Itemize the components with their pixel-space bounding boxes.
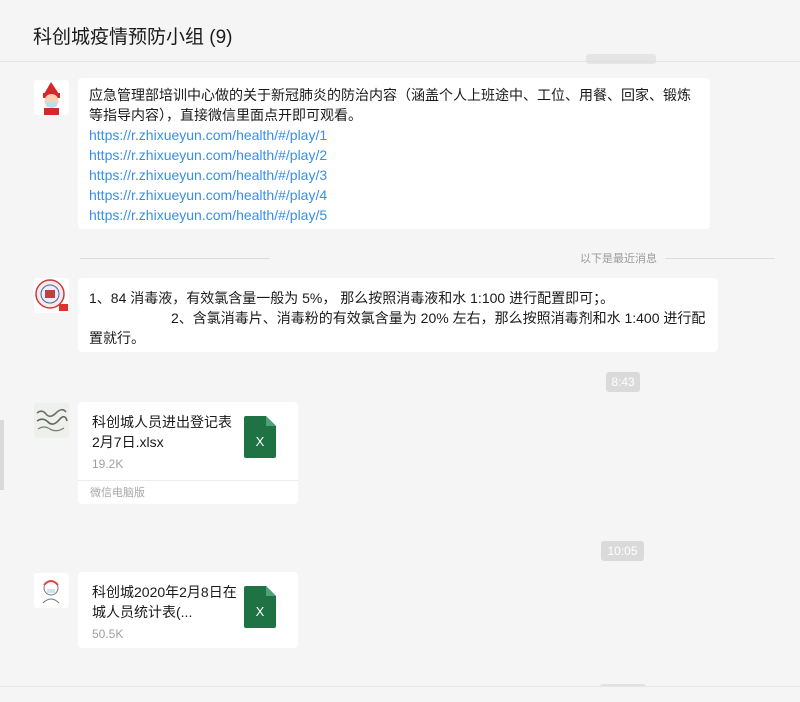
file-message[interactable]: 科创城2020年2月8日在城人员统计表(... 50.5K X: [78, 572, 298, 648]
file-message[interactable]: 科创城人员进出登记表2月7日.xlsx 19.2K X 微信电脑版: [78, 402, 298, 504]
avatar-badge-icon: [34, 278, 69, 313]
message-link[interactable]: https://r.zhixueyun.com/health/#/play/4: [89, 185, 699, 205]
divider-label: 以下是最近消息: [580, 253, 657, 265]
file-name: 科创城人员进出登记表2月7日.xlsx: [92, 414, 232, 450]
time-chip: 10:05: [601, 541, 644, 561]
time-chip: 8:43: [606, 372, 640, 392]
message-link[interactable]: https://r.zhixueyun.com/health/#/play/1: [89, 125, 699, 145]
avatar-cartoon-icon: [34, 80, 69, 115]
message-list[interactable]: 应急管理部培训中心做的关于新冠肺炎的防治内容（涵盖个人上班途中、工位、用餐、回家…: [0, 54, 800, 702]
message-link[interactable]: https://r.zhixueyun.com/health/#/play/3: [89, 165, 699, 185]
xlsx-letter: X: [256, 434, 265, 449]
scrollbar-handle[interactable]: [0, 420, 4, 490]
chat-title: 科创城疫情预防小组 (9): [33, 27, 233, 48]
avatar[interactable]: [34, 573, 69, 608]
avatar[interactable]: [34, 278, 69, 313]
message-link[interactable]: https://r.zhixueyun.com/health/#/play/2: [89, 145, 699, 165]
avatar[interactable]: [34, 80, 69, 115]
file-name: 科创城2020年2月8日在城人员统计表(...: [92, 584, 237, 620]
input-area-edge: [0, 686, 800, 702]
file-size: 19.2K: [92, 457, 124, 471]
avatar-drawing-icon: [34, 573, 69, 608]
avatar-handwriting-icon: [34, 403, 69, 438]
file-source: 微信电脑版: [78, 480, 298, 504]
message-bubble[interactable]: 1、84 消毒液，有效氯含量一般为 5%， 那么按照消毒液和水 1:100 进行…: [78, 278, 718, 352]
xlsx-letter: X: [256, 604, 265, 619]
file-size: 50.5K: [92, 627, 124, 641]
xlsx-icon: X: [244, 586, 276, 628]
message-line: 2、含氯消毒片、消毒粉的有效氯含量为 20% 左右，那么按照消毒剂和水 1:40…: [89, 310, 706, 346]
chat-header: 科创城疫情预防小组 (9): [0, 0, 800, 62]
divider-line: [80, 258, 270, 259]
message-line: 1、84 消毒液，有效氯含量一般为 5%， 那么按照消毒液和水 1:100 进行…: [89, 290, 615, 306]
divider-line: [665, 258, 775, 259]
xlsx-icon: X: [244, 416, 276, 458]
message-bubble[interactable]: 应急管理部培训中心做的关于新冠肺炎的防治内容（涵盖个人上班途中、工位、用餐、回家…: [78, 78, 710, 229]
time-chip-top: [586, 54, 656, 64]
message-link[interactable]: https://r.zhixueyun.com/health/#/play/5: [89, 205, 699, 225]
message-text: 应急管理部培训中心做的关于新冠肺炎的防治内容（涵盖个人上班途中、工位、用餐、回家…: [89, 87, 691, 123]
avatar[interactable]: [34, 403, 69, 438]
